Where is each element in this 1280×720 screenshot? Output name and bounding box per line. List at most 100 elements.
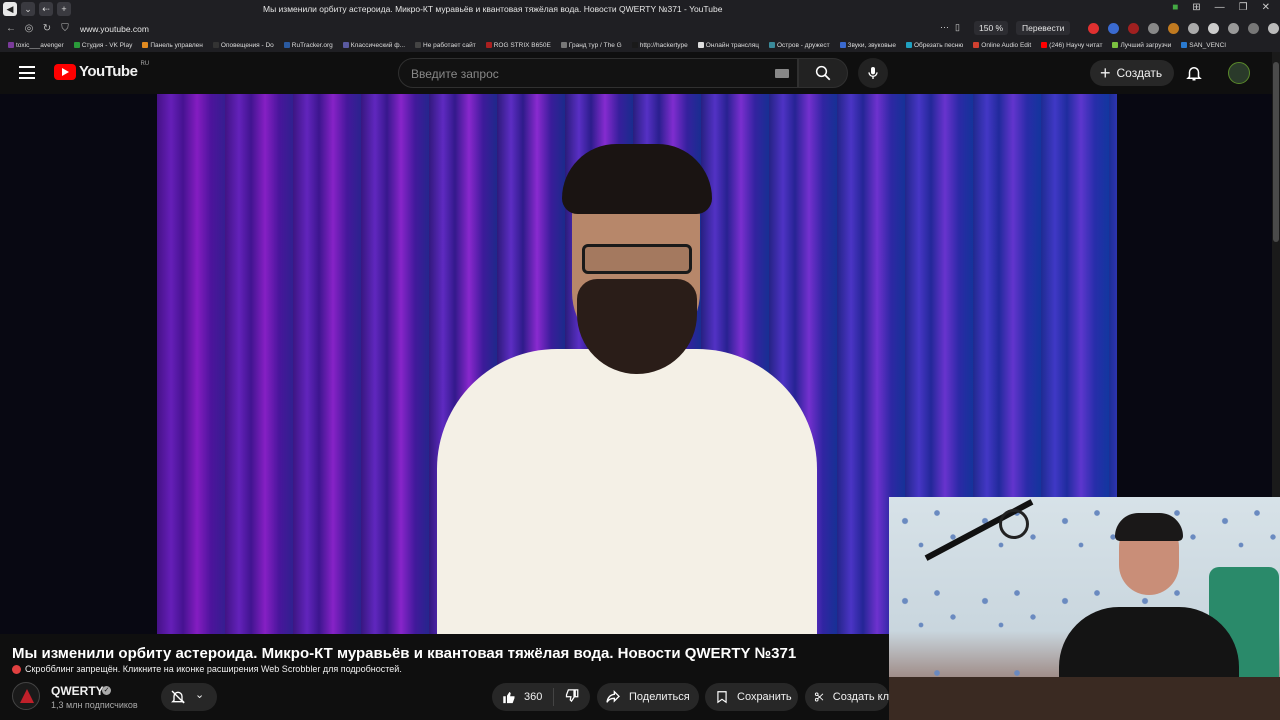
streamer-hair [1115,513,1183,541]
keyboard-icon[interactable] [775,69,789,78]
more-icon[interactable]: ⋯ [940,22,949,33]
bookmark-favicon-icon [768,42,775,48]
bookmark-favicon-icon [697,42,704,48]
bookmark-item[interactable]: Не работает сайт [415,42,476,49]
bookmark-item[interactable]: ROG STRIX B650E [485,42,551,49]
save-button[interactable]: Сохранить [705,683,798,711]
extension-icon[interactable] [1088,23,1099,34]
search-input[interactable]: Введите запрос [398,58,798,88]
bookmark-favicon-icon [973,42,980,48]
bookmark-label: Гранд тур / The G [568,41,622,49]
presenter-hair [562,144,712,214]
clip-label: Создать кл [832,691,889,703]
bookmark-item[interactable]: Классический ф... [342,42,405,49]
extension-icon[interactable] [1128,23,1139,34]
bookmark-item[interactable]: SAN_VENCI [1181,42,1226,49]
voice-search-button[interactable] [858,58,888,88]
bookmark-item[interactable]: (246) Научу читат [1041,42,1102,49]
youtube-header: YouTube RU Введите запрос + Создать [0,52,1280,94]
create-button[interactable]: + Создать [1090,60,1175,86]
bookmark-favicon-icon [342,42,349,48]
new-tab-button[interactable]: + [57,2,71,16]
menu-icon[interactable] [19,66,35,79]
channel-name[interactable]: QWERTY [51,684,104,698]
notifications-button[interactable] [1185,64,1203,87]
extension-icon[interactable] [1248,23,1259,34]
extension-icon[interactable] [1168,23,1179,34]
bookmark-icon [717,691,727,704]
bookmark-label: Online Audio Edit [981,41,1032,49]
bookmark-favicon-icon [1112,42,1119,48]
bookmark-item[interactable]: RuTracker.org [283,42,333,49]
extension-icon[interactable] [1108,23,1119,34]
bookmark-favicon-icon [485,42,492,48]
bookmark-label: Лучший загрузчи [1120,41,1172,49]
tab-favicon[interactable]: ◀ [3,2,17,16]
youtube-logo[interactable]: YouTube RU [54,61,150,80]
bookmark-favicon-icon [1181,42,1188,48]
tab-list-button[interactable]: ⌄ [21,2,35,16]
extension-icon[interactable] [1228,23,1239,34]
translate-button[interactable]: Перевести [1016,21,1071,35]
extension-icon[interactable] [1188,23,1199,34]
zoom-indicator[interactable]: 150 % [974,21,1009,35]
search-icon [815,65,831,81]
bookmark-icon[interactable]: ⊞ [1192,2,1200,13]
bookmark-item[interactable]: Обрезать песню [905,42,963,49]
search-button[interactable] [798,58,848,88]
bookmark-favicon-icon [73,42,80,48]
extension-icon[interactable] [1208,23,1219,34]
create-label: Создать [1116,66,1163,80]
thumbs-up-icon [503,691,515,703]
bookmark-favicon-icon [8,42,14,48]
extension-icon[interactable]: ■ [1172,2,1178,13]
scrollbar-thumb[interactable] [1273,62,1279,242]
address-bar[interactable]: www.youtube.com [80,24,149,34]
reload-icon[interactable]: ↻ [40,23,54,34]
bookmark-item[interactable]: http://hackertype [631,42,688,49]
bookmark-item[interactable]: Оповещения - Do [212,41,274,49]
bell-off-icon [171,690,185,704]
security-icon[interactable]: ⛉ [58,23,72,34]
tab-back[interactable]: ⇠ [39,2,53,16]
dislike-button[interactable] [554,688,579,706]
clip-button[interactable]: Создать кл [805,683,889,711]
bookmark-label: Оповещения - Do [220,41,274,49]
bookmark-item[interactable]: Остров - дружест [768,41,830,49]
country-code: RU [140,61,150,67]
subscription-notifications-button[interactable]: ⌄ [161,683,217,711]
desk [889,677,1280,720]
close-button[interactable]: ✕ [1262,2,1270,13]
youtube-play-icon [54,63,76,80]
bookmark-item[interactable]: Онлайн трансляц [697,41,759,49]
scrobble-notice: Скробблинг запрещён. Кликните на иконке … [12,664,402,674]
bookmark-item[interactable]: toxic___avenger [8,42,64,49]
bookmark-label: Онлайн трансляц [705,41,759,49]
bookmark-item[interactable]: Лучший загрузчи [1112,42,1171,49]
like-button[interactable]: 360 [492,688,555,706]
channel-avatar[interactable] [12,682,40,710]
bookmark-label: toxic___avenger [16,41,64,49]
bookmark-label: Остров - дружест [776,41,830,49]
bookmark-label: Панель управлен [150,41,203,49]
bookmark-label: Звуки, звуковые [847,41,896,49]
bookmark-item[interactable]: Звуки, звуковые [839,41,896,49]
extension-icon[interactable] [1148,23,1159,34]
yandex-icon[interactable]: ◎ [22,23,36,34]
minimize-button[interactable]: — [1215,2,1225,13]
user-avatar[interactable] [1228,62,1250,84]
bookmark-favicon-icon [1041,42,1048,48]
subscriber-count: 1,3 млн подписчиков [51,700,138,710]
bookmark-label: SAN_VENCI [1189,41,1227,49]
share-button[interactable]: Поделиться [597,683,699,711]
bookmark-item[interactable]: Панель управлен [142,42,203,49]
save-label: Сохранить [737,691,792,703]
bookmark-item[interactable]: Студия - VK Play [73,42,132,49]
bookmark-page-icon[interactable]: ▯ [955,22,960,33]
extension-icon[interactable] [1268,23,1279,34]
bookmark-item[interactable]: Online Audio Edit [973,42,1031,49]
maximize-button[interactable]: ❐ [1239,2,1248,13]
back-icon[interactable]: ← [4,23,18,34]
bookmark-item[interactable]: Гранд тур / The G [560,41,622,49]
share-label: Поделиться [629,691,690,703]
